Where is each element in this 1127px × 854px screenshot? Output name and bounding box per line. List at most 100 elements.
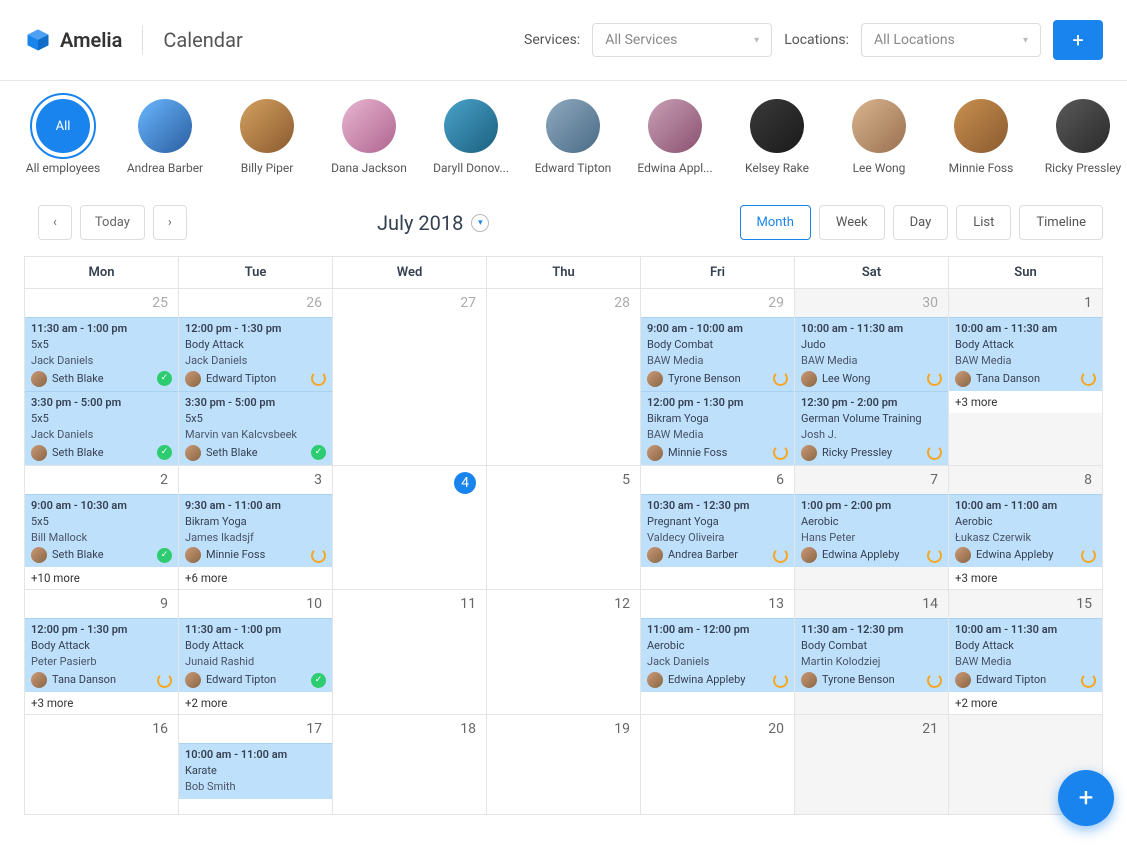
day-cell[interactable]: 5 xyxy=(487,465,641,590)
day-cell[interactable]: 2612:00 pm - 1:30 pmBody AttackJack Dani… xyxy=(179,289,333,466)
locations-dropdown[interactable]: All Locations ▾ xyxy=(861,23,1041,57)
chevron-down-icon: ▾ xyxy=(754,35,759,46)
today-button[interactable]: Today xyxy=(80,205,145,240)
event-card[interactable]: 12:00 pm - 1:30 pmBikram YogaBAW MediaMi… xyxy=(641,391,794,465)
day-cell[interactable]: 4 xyxy=(333,465,487,590)
event-card[interactable]: 11:30 am - 1:00 pmBody AttackJunaid Rash… xyxy=(179,618,332,692)
day-cell[interactable]: 11 xyxy=(333,590,487,715)
day-number: 5 xyxy=(487,466,640,494)
day-cell[interactable]: 18 xyxy=(333,715,487,815)
day-cell[interactable]: 610:30 am - 12:30 pmPregnant YogaValdecy… xyxy=(641,465,795,590)
employee-filter-lee[interactable]: Lee Wong xyxy=(840,99,918,175)
avatar xyxy=(31,371,47,387)
more-events-link[interactable]: +2 more xyxy=(949,692,1102,714)
day-cell[interactable]: 1011:30 am - 1:00 pmBody AttackJunaid Ra… xyxy=(179,590,333,715)
refresh-icon xyxy=(927,445,942,460)
employee-filter-daryll[interactable]: Daryll Donov... xyxy=(432,99,510,175)
more-events-link[interactable]: +10 more xyxy=(25,567,178,589)
employee-name: Minnie Foss xyxy=(942,161,1020,175)
day-cell[interactable]: 16 xyxy=(25,715,179,815)
more-events-link[interactable]: +2 more xyxy=(179,692,332,714)
event-card[interactable]: 10:00 am - 11:00 amAerobicŁukasz Czerwik… xyxy=(949,494,1102,568)
event-location: Marvin van Kalcvsbeek xyxy=(185,427,326,443)
employee-filter-edwina[interactable]: Edwina Appl... xyxy=(636,99,714,175)
employee-filter-ricky[interactable]: Ricky Pressley xyxy=(1044,99,1122,175)
day-cell[interactable]: 20 xyxy=(641,715,795,815)
weekday-header: Mon xyxy=(25,257,179,289)
day-cell[interactable]: 27 xyxy=(333,289,487,466)
employee-filter-all[interactable]: AllAll employees xyxy=(24,99,102,175)
day-cell[interactable]: 12 xyxy=(487,590,641,715)
event-title: Body Combat xyxy=(801,638,942,654)
day-cell[interactable]: 29:00 am - 10:30 am5x5Bill MallockSeth B… xyxy=(25,465,179,590)
more-events-link[interactable]: +3 more xyxy=(25,692,178,714)
day-cell[interactable]: 912:00 pm - 1:30 pmBody AttackPeter Pasi… xyxy=(25,590,179,715)
refresh-icon xyxy=(157,673,172,688)
event-card[interactable]: 12:30 pm - 2:00 pmGerman Volume Training… xyxy=(795,391,948,465)
view-month[interactable]: Month xyxy=(740,205,811,240)
day-cell[interactable]: 3010:00 am - 11:30 amJudoBAW MediaLee Wo… xyxy=(795,289,949,466)
event-card[interactable]: 9:30 am - 11:00 amBikram YogaJames Ikads… xyxy=(179,494,332,568)
day-cell[interactable]: 1510:00 am - 11:30 amBody AttackBAW Medi… xyxy=(949,590,1103,715)
event-card[interactable]: 11:00 am - 12:00 pmAerobicJack DanielsEd… xyxy=(641,618,794,692)
event-person: Edwina Appleby xyxy=(822,547,899,563)
event-card[interactable]: 11:30 am - 1:00 pm5x5Jack DanielsSeth Bl… xyxy=(25,317,178,391)
view-week[interactable]: Week xyxy=(819,205,885,240)
event-card[interactable]: 11:30 am - 12:30 pmBody CombatMartin Kol… xyxy=(795,618,948,692)
event-card[interactable]: 9:00 am - 10:00 amBody CombatBAW MediaTy… xyxy=(641,317,794,391)
employee-filter-billy[interactable]: Billy Piper xyxy=(228,99,306,175)
event-card[interactable]: 3:30 pm - 5:00 pm5x5Jack DanielsSeth Bla… xyxy=(25,391,178,465)
employee-name: All employees xyxy=(24,161,102,175)
day-cell[interactable]: 2511:30 am - 1:00 pm5x5Jack DanielsSeth … xyxy=(25,289,179,466)
event-location: Peter Pasierb xyxy=(31,654,172,670)
day-cell[interactable]: 110:00 am - 11:30 amBody AttackBAW Media… xyxy=(949,289,1103,466)
employee-filter-andrea[interactable]: Andrea Barber xyxy=(126,99,204,175)
prev-button[interactable]: ‹ xyxy=(38,205,72,240)
view-timeline[interactable]: Timeline xyxy=(1019,205,1103,240)
day-cell[interactable]: 810:00 am - 11:00 amAerobicŁukasz Czerwi… xyxy=(949,465,1103,590)
event-card[interactable]: 12:00 pm - 1:30 pmBody AttackJack Daniel… xyxy=(179,317,332,391)
day-cell[interactable]: 28 xyxy=(487,289,641,466)
avatar xyxy=(1056,99,1110,153)
event-location: Junaid Rashid xyxy=(185,654,326,670)
more-events-link[interactable]: +6 more xyxy=(179,567,332,589)
month-picker-button[interactable]: ▾ xyxy=(471,214,489,232)
employee-filter-kelsey[interactable]: Kelsey Rake xyxy=(738,99,816,175)
add-button[interactable]: + xyxy=(1053,20,1103,60)
view-list[interactable]: List xyxy=(956,205,1011,240)
event-card[interactable]: 10:00 am - 11:00 amKarateBob Smith xyxy=(179,743,332,799)
view-day[interactable]: Day xyxy=(893,205,949,240)
more-events-link[interactable]: +3 more xyxy=(949,567,1102,589)
event-card[interactable]: 10:00 am - 11:30 amJudoBAW MediaLee Wong xyxy=(795,317,948,391)
employee-filter-dana[interactable]: Dana Jackson xyxy=(330,99,408,175)
day-cell[interactable]: 1710:00 am - 11:00 amKarateBob Smith xyxy=(179,715,333,815)
event-card[interactable]: 10:30 am - 12:30 pmPregnant YogaValdecy … xyxy=(641,494,794,568)
event-person: Tyrone Benson xyxy=(668,371,741,387)
day-cell[interactable]: 21 xyxy=(795,715,949,815)
event-card[interactable]: 10:00 am - 11:30 amBody AttackBAW MediaT… xyxy=(949,317,1102,391)
day-cell[interactable]: 1311:00 am - 12:00 pmAerobicJack Daniels… xyxy=(641,590,795,715)
event-person: Minnie Foss xyxy=(206,547,265,563)
event-card[interactable]: 12:00 pm - 1:30 pmBody AttackPeter Pasie… xyxy=(25,618,178,692)
event-time: 10:00 am - 11:30 am xyxy=(955,321,1096,337)
services-dropdown[interactable]: All Services ▾ xyxy=(592,23,772,57)
day-cell[interactable]: 71:00 pm - 2:00 pmAerobicHans PeterEdwin… xyxy=(795,465,949,590)
event-time: 10:30 am - 12:30 pm xyxy=(647,498,788,514)
event-card[interactable]: 9:00 am - 10:30 am5x5Bill MallockSeth Bl… xyxy=(25,494,178,568)
day-number: 2 xyxy=(25,466,178,494)
event-card[interactable]: 3:30 pm - 5:00 pm5x5Marvin van Kalcvsbee… xyxy=(179,391,332,465)
event-card[interactable]: 1:00 pm - 2:00 pmAerobicHans PeterEdwina… xyxy=(795,494,948,568)
day-cell[interactable]: 19 xyxy=(487,715,641,815)
employee-filter-minnie[interactable]: Minnie Foss xyxy=(942,99,1020,175)
more-events-link[interactable]: +3 more xyxy=(949,391,1102,413)
event-time: 10:00 am - 11:00 am xyxy=(955,498,1096,514)
fab-add-button[interactable]: + xyxy=(1058,770,1114,826)
refresh-icon xyxy=(773,445,788,460)
next-button[interactable]: › xyxy=(153,205,187,240)
day-cell[interactable]: 299:00 am - 10:00 amBody CombatBAW Media… xyxy=(641,289,795,466)
day-cell[interactable]: 39:30 am - 11:00 amBikram YogaJames Ikad… xyxy=(179,465,333,590)
event-card[interactable]: 10:00 am - 11:30 amBody AttackBAW MediaE… xyxy=(949,618,1102,692)
refresh-icon xyxy=(311,548,326,563)
employee-filter-edward[interactable]: Edward Tipton xyxy=(534,99,612,175)
day-cell[interactable]: 1411:30 am - 12:30 pmBody CombatMartin K… xyxy=(795,590,949,715)
